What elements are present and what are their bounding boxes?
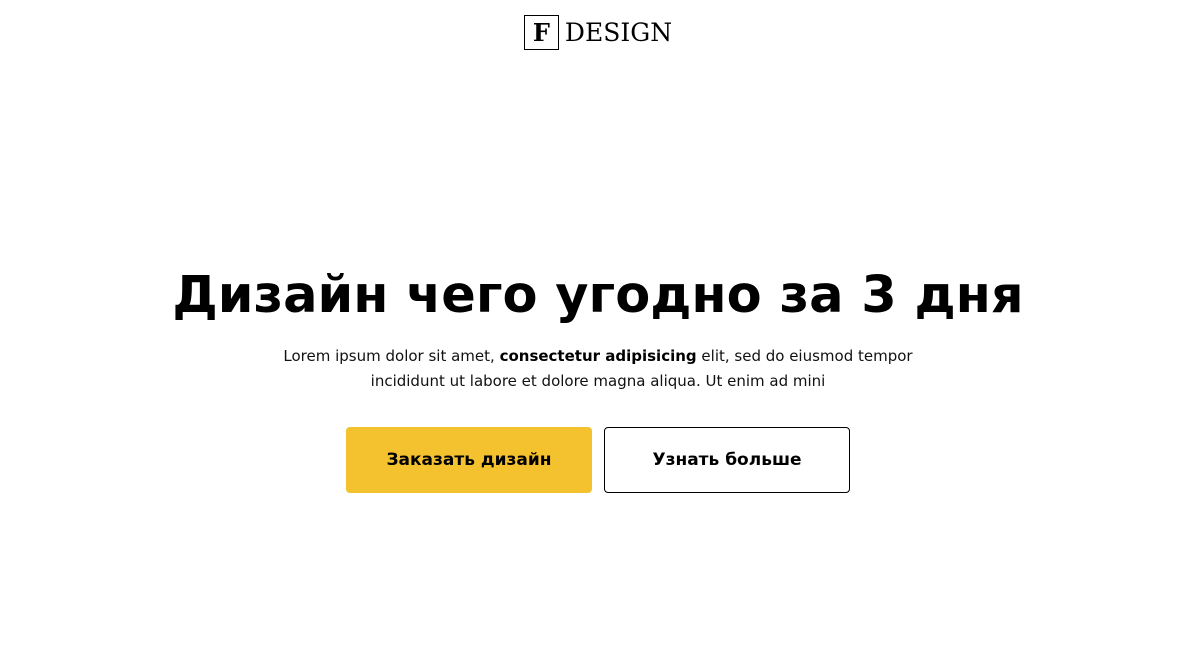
hero-description-bold: consectetur adipisicing xyxy=(499,347,697,365)
order-design-button[interactable]: Заказать дизайн xyxy=(346,427,592,493)
hero-title: Дизайн чего угодно за 3 дня xyxy=(172,266,1024,325)
hero-section: Дизайн чего угодно за 3 дня Lorem ipsum … xyxy=(0,264,1196,493)
hero-buttons: Заказать дизайн Узнать больше xyxy=(0,427,1196,493)
logo[interactable]: F DESIGN xyxy=(523,15,673,50)
learn-more-button[interactable]: Узнать больше xyxy=(604,427,850,493)
hero-description-start: Lorem ipsum dolor sit amet, xyxy=(283,347,500,365)
logo-text: DESIGN xyxy=(564,18,673,47)
site-header: F DESIGN xyxy=(0,15,1196,50)
logo-mark: F xyxy=(523,15,559,50)
hero-description: Lorem ipsum dolor sit amet, consectetur … xyxy=(278,344,918,394)
